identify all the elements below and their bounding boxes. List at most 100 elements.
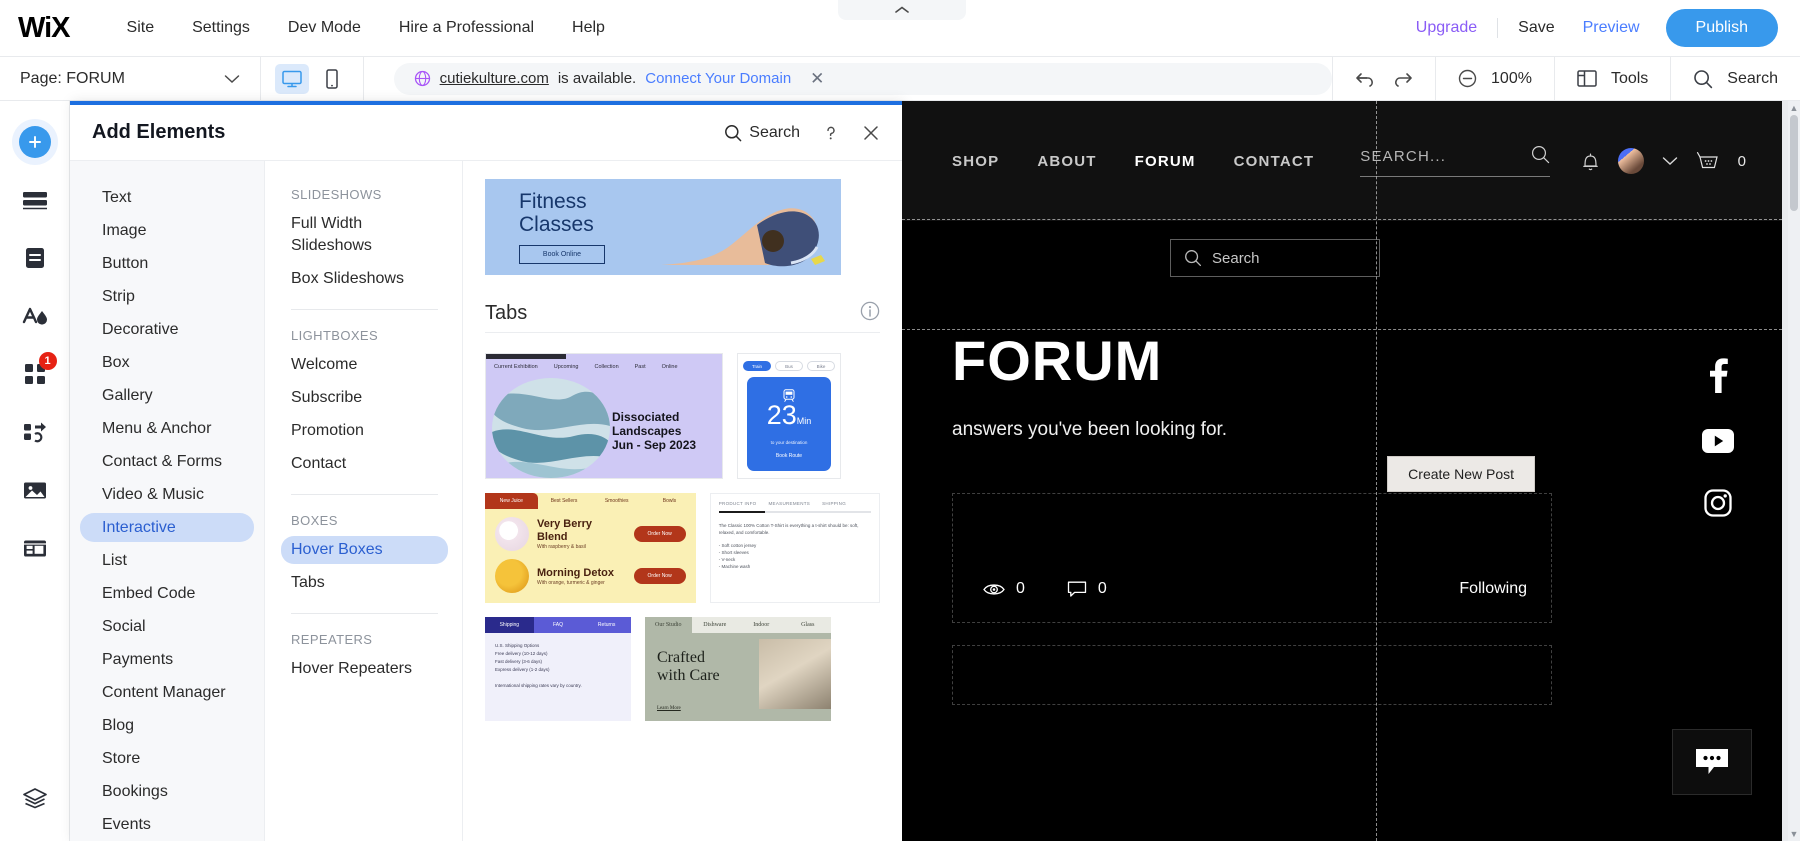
sidebar-item-cms[interactable]: [12, 525, 58, 571]
preview-button[interactable]: Preview: [1569, 13, 1654, 43]
panel-help-button[interactable]: [822, 124, 840, 142]
menu-settings[interactable]: Settings: [173, 13, 269, 43]
sidebar-item-apps[interactable]: 1: [12, 351, 58, 397]
menu-site[interactable]: Site: [108, 13, 174, 43]
save-button[interactable]: Save: [1504, 13, 1568, 43]
sidebar-item-add-elements[interactable]: [11, 119, 58, 165]
collapse-toolbar-handle[interactable]: [838, 0, 966, 20]
subitem-contact[interactable]: Contact: [281, 450, 448, 478]
close-icon[interactable]: ✕: [810, 70, 824, 87]
sidebar-item-site-sections[interactable]: [12, 177, 58, 223]
create-new-post-button[interactable]: Create New Post: [1387, 456, 1535, 492]
thumb-shipping-tabs[interactable]: Shipping FAQ Returns U.S. Shipping Optio…: [485, 617, 631, 721]
scroll-up-arrow[interactable]: ▲: [1789, 103, 1799, 113]
sidebar-item-layers[interactable]: [12, 775, 58, 821]
subitem-hover-repeaters[interactable]: Hover Repeaters: [281, 655, 448, 683]
category-content-manager[interactable]: Content Manager: [80, 678, 254, 707]
following-button[interactable]: Following: [1459, 580, 1527, 598]
chat-button[interactable]: [1672, 729, 1752, 795]
product-bullet-0: - Soft cotton jersey: [718, 543, 757, 548]
sidebar-item-pages-menu[interactable]: [12, 235, 58, 281]
category-store[interactable]: Store: [80, 744, 254, 773]
mobile-icon: [325, 68, 338, 89]
wix-logo[interactable]: WiX: [18, 12, 71, 45]
scrollbar-thumb[interactable]: [1790, 115, 1798, 211]
comments-count: 0: [1097, 580, 1107, 597]
category-events[interactable]: Events: [80, 810, 254, 839]
tools-icon: [1577, 70, 1597, 87]
subitem-tabs[interactable]: Tabs: [281, 569, 448, 597]
thumb-fitness-classes[interactable]: Fitness Classes Book Online: [485, 179, 841, 275]
category-list[interactable]: List: [80, 546, 254, 575]
category-contact-and-forms[interactable]: Contact & Forms: [80, 447, 254, 476]
editor-search-button[interactable]: Search: [1670, 56, 1800, 101]
menu-help[interactable]: Help: [553, 13, 624, 43]
category-text[interactable]: Text: [80, 183, 254, 212]
sidebar-item-site-design[interactable]: [12, 293, 58, 339]
menu-dev-mode[interactable]: Dev Mode: [269, 13, 380, 43]
device-toggle: [261, 56, 364, 101]
cart-icon[interactable]: [1696, 151, 1720, 172]
panel-close-button[interactable]: [862, 124, 880, 142]
tools-button[interactable]: Tools: [1553, 56, 1670, 101]
category-box[interactable]: Box: [80, 348, 254, 377]
category-bookings[interactable]: Bookings: [80, 777, 254, 806]
post-stats-row: 0 0 Following: [983, 580, 1527, 598]
avatar[interactable]: [1617, 148, 1644, 174]
zoom-out-icon[interactable]: [1458, 69, 1477, 88]
chevron-down-icon[interactable]: [1662, 156, 1678, 166]
undo-icon[interactable]: [1355, 70, 1377, 88]
category-video-and-music[interactable]: Video & Music: [80, 480, 254, 509]
subitem-full-width-slideshows[interactable]: Full Width Slideshows: [281, 210, 448, 260]
scroll-down-arrow[interactable]: ▼: [1789, 829, 1799, 839]
thumb-row-3: Shipping FAQ Returns U.S. Shipping Optio…: [485, 617, 880, 721]
subitem-box-slideshows[interactable]: Box Slideshows: [281, 265, 448, 293]
site-nav-shop[interactable]: SHOP: [952, 153, 999, 170]
domain-name-link[interactable]: cutiekulture.com: [440, 70, 549, 87]
instagram-icon[interactable]: [1704, 489, 1732, 517]
thumb-transit-timer[interactable]: Train Bus Bike 23Min to your destination…: [737, 353, 841, 479]
category-gallery[interactable]: Gallery: [80, 381, 254, 410]
category-strip[interactable]: Strip: [80, 282, 254, 311]
facebook-icon[interactable]: [1707, 357, 1729, 393]
redo-icon[interactable]: [1391, 70, 1413, 88]
connect-domain-link[interactable]: Connect Your Domain: [645, 70, 791, 87]
bell-icon[interactable]: [1581, 151, 1600, 172]
category-menu-and-anchor[interactable]: Menu & Anchor: [80, 414, 254, 443]
category-button[interactable]: Button: [80, 249, 254, 278]
subitem-hover-boxes[interactable]: Hover Boxes: [281, 536, 448, 564]
site-nav-forum[interactable]: FORUM: [1135, 153, 1196, 170]
subitem-promotion[interactable]: Promotion: [281, 417, 448, 445]
sidebar-item-media[interactable]: [12, 467, 58, 513]
menu-hire-a-professional[interactable]: Hire a Professional: [380, 13, 553, 43]
youtube-icon[interactable]: [1702, 429, 1734, 453]
sidebar-item-integrations[interactable]: [12, 409, 58, 455]
zoom-control[interactable]: 100%: [1435, 56, 1554, 101]
site-nav-contact[interactable]: CONTACT: [1234, 153, 1315, 170]
thumb-crafted-tabs[interactable]: Our Studio Dishware Indoor Glass Crafted…: [645, 617, 831, 721]
category-embed-code[interactable]: Embed Code: [80, 579, 254, 608]
category-interactive[interactable]: Interactive: [80, 513, 254, 542]
canvas-scrollbar[interactable]: ▲ ▼: [1788, 101, 1800, 841]
desktop-view-button[interactable]: [274, 63, 309, 94]
info-icon[interactable]: [860, 301, 880, 326]
category-social[interactable]: Social: [80, 612, 254, 641]
thumb-product-info-tabs[interactable]: PRODUCT INFO MEASUREMENTS SHIPPING The C…: [709, 493, 880, 603]
thumb-exhibition-tabs[interactable]: Current Exhibition Upcoming Collection P…: [485, 353, 723, 479]
mobile-view-button[interactable]: [315, 64, 349, 94]
panel-search-button[interactable]: Search: [724, 124, 800, 142]
subitem-subscribe[interactable]: Subscribe: [281, 384, 448, 412]
subitem-welcome[interactable]: Welcome: [281, 351, 448, 379]
upgrade-link[interactable]: Upgrade: [1402, 13, 1491, 43]
category-image[interactable]: Image: [80, 216, 254, 245]
site-header-search[interactable]: SEARCH...: [1360, 145, 1551, 177]
publish-button[interactable]: Publish: [1665, 9, 1778, 47]
category-payments[interactable]: Payments: [80, 645, 254, 674]
thumb-juice-tabs[interactable]: New Juice Best Sellers Smoothies Bowls V…: [485, 493, 696, 603]
forum-search-input[interactable]: Search: [1170, 239, 1380, 277]
panel-header-actions: Search: [724, 124, 880, 142]
category-blog[interactable]: Blog: [80, 711, 254, 740]
page-selector[interactable]: Page: FORUM: [0, 56, 261, 101]
category-decorative[interactable]: Decorative: [80, 315, 254, 344]
site-nav-about[interactable]: ABOUT: [1037, 153, 1096, 170]
